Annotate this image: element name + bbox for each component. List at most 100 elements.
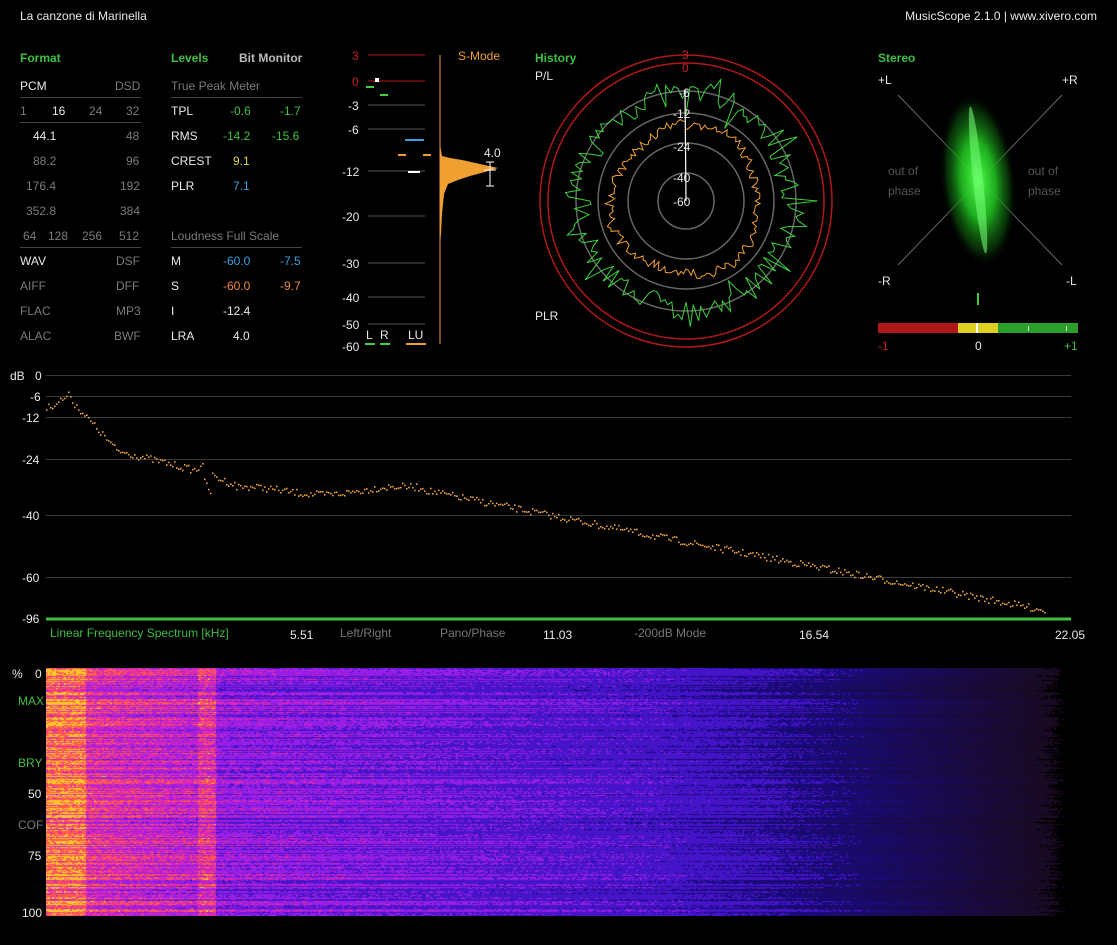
spectrum-point bbox=[306, 494, 308, 497]
spectrum-point bbox=[814, 565, 816, 567]
spectrum-point bbox=[126, 452, 128, 454]
sg-75: 75 bbox=[28, 849, 42, 863]
spectrum-point bbox=[322, 490, 324, 493]
spectrum-point bbox=[978, 600, 980, 602]
crest-label: CREST bbox=[171, 154, 212, 168]
spectrum-point bbox=[716, 543, 718, 546]
spectrum-point bbox=[152, 461, 154, 463]
spectrum-point bbox=[124, 452, 126, 454]
spectrum-point bbox=[182, 469, 184, 472]
spectrum-point bbox=[932, 589, 934, 592]
spectrum-point bbox=[1012, 605, 1014, 607]
spectrum-point bbox=[412, 486, 414, 489]
spectrum-point bbox=[730, 546, 732, 549]
spectrum-point bbox=[808, 562, 810, 564]
spectrum-point bbox=[90, 420, 92, 423]
spectrum-point bbox=[274, 488, 276, 491]
spectrum-point bbox=[72, 402, 74, 404]
spectrum-point bbox=[230, 483, 232, 485]
spectrum-point bbox=[436, 493, 438, 495]
spectrum-point bbox=[756, 552, 758, 554]
spectrum-point bbox=[650, 537, 652, 539]
pano-phase-button[interactable]: Pano/Phase bbox=[440, 626, 505, 640]
spectrum-point bbox=[936, 586, 938, 588]
lra-value: 4.0 bbox=[233, 329, 250, 343]
spectrum-point bbox=[528, 511, 530, 513]
db-12: -12 bbox=[22, 411, 40, 425]
spectrum-point bbox=[580, 520, 582, 522]
spectrum-point bbox=[438, 489, 440, 492]
spectrum-point bbox=[300, 494, 302, 496]
s-right: -9.7 bbox=[280, 279, 301, 293]
spectrum-point bbox=[370, 490, 372, 492]
s-mode-button[interactable]: S-Mode bbox=[458, 49, 500, 63]
meter-tick-m30: -30 bbox=[342, 257, 360, 271]
spectrum-point bbox=[664, 534, 666, 537]
spectrum-point bbox=[548, 514, 550, 517]
spectrum-point bbox=[532, 508, 534, 510]
spectrum-point bbox=[258, 484, 260, 487]
rate-88: 88.2 bbox=[33, 154, 57, 168]
spectrum-point bbox=[490, 500, 492, 502]
spectrum-point bbox=[112, 443, 114, 446]
spectrum-point bbox=[356, 490, 358, 492]
spectrum-point bbox=[534, 509, 536, 512]
spectrum-point bbox=[562, 518, 564, 520]
spectrum-point bbox=[992, 596, 994, 599]
spectrum-point bbox=[966, 592, 968, 595]
spectrum-point bbox=[198, 469, 200, 471]
spectrum-point bbox=[974, 597, 976, 599]
spectrum-point bbox=[168, 461, 170, 464]
spectrum-point bbox=[620, 528, 622, 531]
spectrum-point bbox=[286, 487, 288, 490]
freq-22: 22.05 bbox=[1055, 628, 1086, 642]
spectrum-point bbox=[604, 527, 606, 530]
spectrum-point bbox=[968, 598, 970, 600]
app-name[interactable]: MusicScope 2.1.0 | www.xivero.com bbox=[905, 9, 1097, 23]
spectrum-point bbox=[662, 534, 664, 536]
spectrum-point bbox=[832, 571, 834, 573]
spectrum-point bbox=[582, 523, 584, 525]
spectrum-point bbox=[1024, 607, 1026, 609]
bit-monitor-button[interactable]: Bit Monitor bbox=[239, 51, 302, 65]
spectrum-point bbox=[394, 488, 396, 490]
spectrum-point bbox=[702, 544, 704, 547]
spectrum-point bbox=[834, 570, 836, 573]
spectrum-point bbox=[1026, 606, 1028, 608]
spectrum-point bbox=[938, 590, 940, 593]
meter-tick-m6: -6 bbox=[348, 123, 359, 137]
spectrum-point bbox=[166, 464, 168, 466]
ring-m60: -60 bbox=[673, 195, 691, 209]
rms-right: -15.6 bbox=[272, 129, 300, 143]
spectrum-point bbox=[508, 504, 510, 506]
spectrum-point bbox=[704, 545, 706, 548]
spectrum-point bbox=[118, 450, 120, 452]
spectrum-point bbox=[658, 535, 660, 537]
spectrum-point bbox=[296, 488, 298, 491]
spectrum-point bbox=[212, 472, 214, 475]
spectrum-point bbox=[180, 467, 182, 470]
spectrum-point bbox=[554, 515, 556, 518]
spectrum-point bbox=[744, 555, 746, 557]
spectrum-point bbox=[160, 459, 162, 461]
spectrum-point bbox=[678, 541, 680, 543]
spectrum-point bbox=[774, 559, 776, 561]
spectrum-point bbox=[60, 397, 62, 400]
spectrum-point bbox=[74, 406, 76, 409]
minus-200db-mode-button[interactable]: -200dB Mode bbox=[634, 626, 706, 640]
spectrum-point bbox=[714, 549, 716, 551]
spectrum-point bbox=[366, 488, 368, 490]
spectrum-point bbox=[344, 494, 346, 497]
spectrum-point bbox=[550, 518, 552, 520]
spectrum-point bbox=[568, 519, 570, 522]
spectrum-point bbox=[794, 564, 796, 566]
meter-tick-m3: -3 bbox=[348, 99, 359, 113]
sg-percent: % bbox=[12, 667, 23, 681]
left-right-button[interactable]: Left/Right bbox=[340, 626, 391, 640]
spectrum-point bbox=[1038, 609, 1040, 611]
spectrum-point bbox=[1022, 604, 1024, 606]
spectrum-point bbox=[660, 533, 662, 535]
spectrum-point bbox=[820, 566, 822, 568]
meter-tick-m20: -20 bbox=[342, 210, 360, 224]
spectrum-point bbox=[656, 535, 658, 537]
